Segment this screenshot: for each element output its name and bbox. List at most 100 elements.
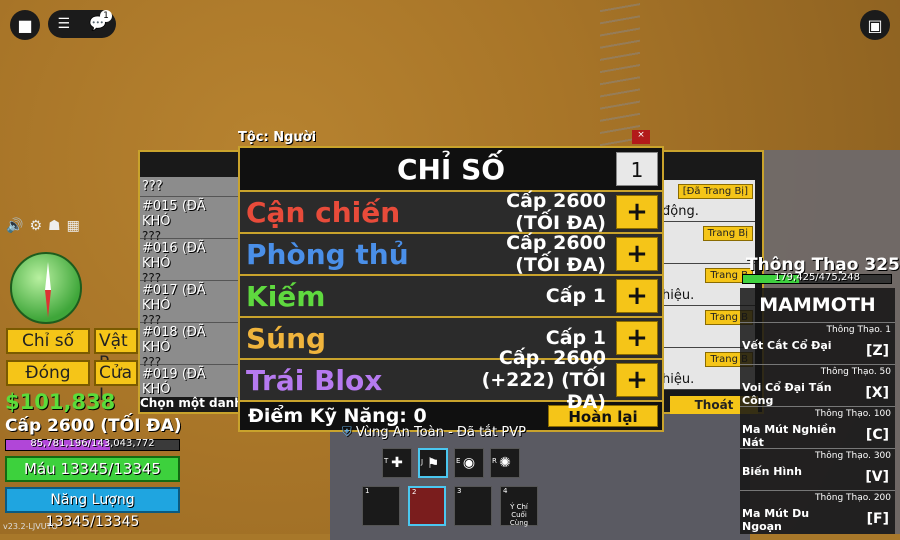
stat-value: Cấp 2600 (TỐI ĐA) — [506, 232, 606, 276]
skill-icon: ⚑ — [426, 456, 440, 472]
hotbar-slot[interactable]: 3 — [454, 486, 492, 526]
move-row[interactable]: Thông Thạo. 200 Ma Mút Du Ngoạn [F] — [740, 490, 895, 533]
stat-value: Cấp 1 — [545, 327, 606, 349]
hotbar-slot[interactable]: 4Ý Chí Cuối Cùng — [500, 486, 538, 527]
close-button[interactable]: Đóng — [6, 360, 90, 386]
fruit-moves-panel: MAMMOTH Thông Thạo. 1 Vết Cắt Cổ Đại [Z] Th… — [740, 288, 895, 534]
move-row[interactable]: Thông Thạo. 50 Voi Cổ Đại Tấn Công [X] — [740, 364, 895, 407]
list-item-id: #016 (ĐÃ KHÓ — [142, 241, 206, 271]
skill-key: R — [492, 457, 497, 465]
stats-title: CHỈ SỐ — [396, 152, 506, 186]
quick-icons: 🔊 ⚙ ☗ ▦ — [6, 218, 80, 234]
list-item[interactable]: #017 (ĐÃ KHÓ??? — [140, 281, 240, 327]
skill-icon: ◉ — [462, 455, 476, 471]
slot-key: 3 — [457, 487, 462, 495]
equip-row: Trang Bị — [660, 222, 755, 264]
crew-icon[interactable]: ☗ — [48, 218, 61, 234]
skill-slot[interactable]: T ✚ — [382, 448, 412, 478]
equip-button[interactable]: [Đã Trang Bị] — [677, 184, 753, 199]
add-point-button[interactable]: + — [616, 195, 658, 229]
move-row[interactable]: Thông Thạo. 300 Biến Hình [V] — [740, 448, 895, 490]
equip-desc: động. — [662, 204, 699, 219]
list-item[interactable]: #015 (ĐÃ KHÓ??? — [140, 197, 240, 243]
close-icon[interactable]: × — [632, 130, 650, 144]
backpack-icon[interactable]: ▣ — [860, 10, 890, 40]
hotbar-slot[interactable]: 1 — [362, 486, 400, 526]
stat-name: Phòng thủ — [246, 237, 409, 271]
slot-key: 2 — [412, 488, 417, 496]
title-list[interactable]: ??? #015 (ĐÃ KHÓ??? #016 (ĐÃ KHÓ??? #017 (… — [140, 177, 240, 397]
stat-value: Cấp 2600 (TỐI ĐA) — [506, 190, 606, 234]
zone-label: ⛨ Vùng An Toàn - Đã tắt PVP — [342, 425, 526, 440]
slot-key: 1 — [365, 487, 370, 495]
skill-slot[interactable]: R ✺ — [490, 448, 520, 478]
skill-key: E — [456, 457, 461, 465]
move-mastery: Thông Thạo. 100 — [815, 409, 891, 419]
energy-bar: Năng Lượng 13345/13345 — [5, 487, 180, 530]
shop-button[interactable]: Cửa I — [94, 360, 138, 405]
version-label: v23.2-LJVUTO — [3, 522, 58, 531]
move-row[interactable]: Thông Thạo. 100 Ma Mút Nghiền Nát [C] — [740, 406, 895, 449]
skill-points-label: Điểm Kỹ Năng: 0 — [248, 405, 427, 427]
equip-row: [Đã Trang Bị] động. — [660, 180, 755, 222]
list-item[interactable]: #018 (ĐÃ KHÓ??? — [140, 323, 240, 369]
equip-button[interactable]: Trang Bị — [702, 226, 753, 241]
move-name: Biến Hình — [742, 465, 802, 478]
fruit-name: MAMMOTH — [759, 294, 876, 316]
skill-slot[interactable]: E ◉ — [454, 448, 484, 478]
gear-icon[interactable]: ⚙ — [29, 218, 42, 234]
equip-desc: hiệu. — [662, 288, 695, 303]
add-point-button[interactable]: + — [616, 321, 658, 355]
skill-icon: ✚ — [391, 455, 403, 471]
move-key: [V] — [865, 469, 889, 485]
list-item[interactable]: #016 (ĐÃ KHÓ??? — [140, 239, 240, 285]
add-point-button[interactable]: + — [616, 363, 658, 397]
items-button[interactable]: Vật P — [94, 328, 138, 373]
hamburger-icon[interactable]: ☰ — [58, 16, 71, 32]
roblox-menu-icon[interactable]: ■ — [10, 10, 40, 40]
slot-label: Ý Chí Cuối Cùng — [509, 503, 529, 527]
skill-key: T — [384, 457, 389, 465]
volume-icon[interactable]: 🔊 — [6, 218, 23, 234]
stats-button[interactable]: Chỉ số — [6, 328, 90, 354]
zone-text: Vùng An Toàn - Đã tắt PVP — [355, 425, 526, 440]
stat-row: Cận chiến Cấp 2600 (TỐI ĐA) + — [240, 190, 662, 234]
stat-name: Cận chiến — [246, 195, 401, 229]
stat-row: Trái Blox Cấp. 2600 (+222) (TỐI ĐA) + — [240, 347, 662, 413]
mastery-xp-text: 179,425/475,248 — [773, 272, 861, 283]
skill-slot[interactable]: J ⚑ — [418, 448, 448, 478]
stat-points-box: 1 — [616, 152, 658, 186]
move-mastery: Thông Thạo. 200 — [815, 493, 891, 503]
stat-name: Súng — [246, 321, 327, 355]
move-key: [X] — [865, 385, 889, 401]
stat-name: Kiếm — [246, 279, 326, 313]
shield-icon: ⛨ — [342, 425, 352, 440]
health-bar: Máu 13345/13345 — [5, 456, 180, 482]
stat-row: Phòng thủ Cấp 2600 (TỐI ĐA) + — [240, 232, 662, 276]
stat-value: Cấp. 2600 (+222) (TỐI ĐA) — [481, 347, 606, 413]
add-point-button[interactable]: + — [616, 237, 658, 271]
list-item-desc: ??? — [142, 179, 163, 194]
grid-icon[interactable]: ▦ — [67, 218, 80, 234]
move-name: Vết Cắt Cổ Đại — [742, 339, 832, 352]
list-item-id: #015 (ĐÃ KHÓ — [142, 199, 206, 229]
add-point-button[interactable]: + — [616, 279, 658, 313]
stat-name: Trái Blox — [246, 363, 383, 397]
move-mastery: Thông Thạo. 50 — [820, 367, 891, 377]
hotbar-slot[interactable]: 2 — [408, 486, 446, 526]
move-row[interactable]: Thông Thạo. 1 Vết Cắt Cổ Đại [Z] — [740, 322, 895, 364]
level-label: Cấp 2600 (TỐI ĐA) — [5, 416, 182, 436]
notification-badge: 1 — [100, 10, 112, 22]
move-name: Voi Cổ Đại Tấn Công — [742, 381, 832, 407]
race-label: Tộc: Người — [238, 130, 317, 145]
list-item-id: #018 (ĐÃ KHÓ — [142, 325, 206, 355]
move-mastery: Thông Thạo. 1 — [826, 325, 892, 335]
stats-panel: CHỈ SỐ 1 Cận chiến Cấp 2600 (TỐI ĐA) + Phòn… — [238, 146, 664, 432]
slot-key: 4 — [503, 487, 508, 495]
choose-title-label: Chọn một danh l — [140, 396, 252, 410]
stat-value: Cấp 1 — [545, 285, 606, 307]
list-item[interactable]: #019 (ĐÃ KHÓ??? — [140, 365, 240, 397]
stat-row: Kiếm Cấp 1 + — [240, 276, 662, 318]
compass[interactable] — [10, 252, 82, 324]
skill-key: J — [421, 458, 424, 466]
